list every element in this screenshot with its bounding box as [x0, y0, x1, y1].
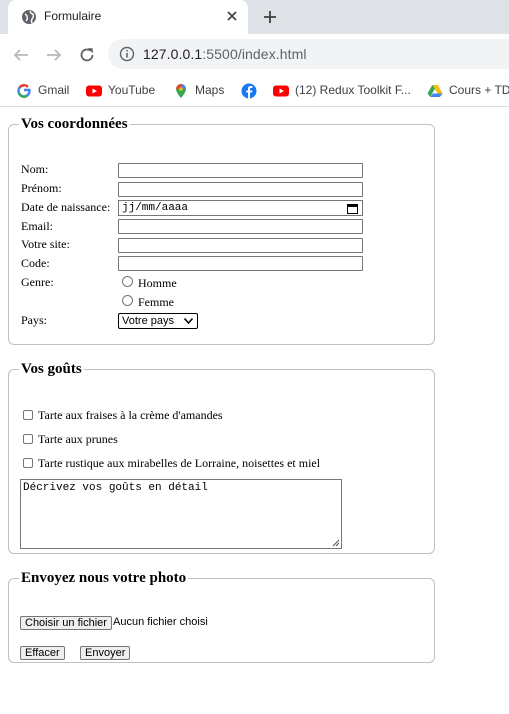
facebook-icon [241, 83, 257, 99]
gmail-icon [17, 84, 31, 98]
url-path: :5500/index.html [202, 46, 307, 62]
info-icon[interactable] [119, 46, 135, 62]
bookmark-label: Maps [195, 83, 225, 97]
nom-input[interactable] [118, 163, 363, 178]
submit-button[interactable]: Envoyer [80, 646, 131, 660]
genre-label: Genre: [21, 275, 54, 289]
forward-icon[interactable] [45, 46, 63, 64]
fraises-checkbox[interactable] [23, 410, 33, 420]
new-tab-icon[interactable] [262, 9, 278, 25]
coordonnees-legend: Vos coordonnées [21, 116, 128, 132]
reload-icon[interactable] [78, 46, 96, 64]
bookmark-facebook[interactable] [241, 82, 257, 100]
textarea-content: Décrivez vos goûts en détail [23, 482, 208, 494]
prunes-label: Tarte aux prunes [38, 432, 118, 446]
photo-fieldset: Envoyez nous votre photo Choisir un fich… [8, 570, 435, 663]
address-bar[interactable]: 127.0.0.1:5500/index.html [108, 39, 509, 69]
tab-bar: Formulaire [0, 0, 509, 34]
fraises-label: Tarte aux fraises à la crème d'amandes [38, 408, 223, 422]
gouts-legend: Vos goûts [21, 361, 82, 377]
bookmarks-bar: Gmail YouTube Maps (12) Redux Toolkit F.… [0, 74, 509, 107]
url-text: 127.0.0.1:5500/index.html [143, 46, 307, 62]
coordonnees-fieldset: Vos coordonnées Nom: Prénom: Date de nai… [8, 116, 435, 345]
prunes-checkbox[interactable] [23, 434, 33, 444]
bookmark-label: Gmail [38, 83, 70, 97]
pays-label: Pays: [21, 313, 48, 327]
youtube-icon [86, 85, 102, 97]
date-placeholder: jj/mm/aaaa [122, 202, 189, 214]
pays-selected-value: Votre pays [122, 315, 174, 327]
browser-tab[interactable]: Formulaire [8, 0, 248, 34]
page-content: Vos coordonnées Nom: Prénom: Date de nai… [0, 108, 509, 714]
globe-icon [22, 10, 36, 24]
browser-toolbar: 127.0.0.1:5500/index.html [0, 34, 509, 74]
pays-select[interactable]: Votre pays [118, 313, 198, 329]
no-file-text: Aucun fichier choisi [113, 616, 208, 628]
tab-title: Formulaire [44, 9, 102, 23]
calendar-icon[interactable] [347, 203, 358, 214]
chevron-down-icon [184, 318, 193, 324]
naissance-label: Date de naissance: [21, 200, 111, 214]
email-input[interactable] [118, 219, 363, 234]
site-input[interactable] [118, 238, 363, 253]
femme-radio[interactable] [122, 295, 133, 306]
reset-button[interactable]: Effacer [20, 646, 65, 660]
drive-icon [427, 85, 443, 97]
choose-file-button[interactable]: Choisir un fichier [20, 616, 112, 630]
femme-label: Femme [138, 295, 174, 309]
nom-label: Nom: [21, 162, 49, 176]
site-label: Votre site: [21, 237, 70, 251]
youtube-icon [273, 85, 289, 97]
bookmark-label: Cours + TD [449, 83, 509, 97]
gouts-textarea[interactable]: Décrivez vos goûts en détail [20, 479, 342, 549]
url-host: 127.0.0.1 [143, 46, 203, 62]
back-icon[interactable] [12, 46, 30, 64]
birthdate-input[interactable]: jj/mm/aaaa [118, 200, 363, 216]
mirabelles-checkbox[interactable] [23, 458, 33, 468]
bookmark-label: (12) Redux Toolkit F... [295, 83, 411, 97]
homme-radio[interactable] [122, 276, 133, 287]
gouts-fieldset: Vos goûts Tarte aux fraises à la crème d… [8, 361, 435, 554]
code-input[interactable] [118, 256, 363, 271]
mirabelles-label: Tarte rustique aux mirabelles de Lorrain… [38, 456, 321, 470]
photo-legend: Envoyez nous votre photo [21, 570, 187, 586]
resize-grip-icon[interactable] [332, 539, 340, 547]
email-label: Email: [21, 219, 53, 233]
close-icon[interactable] [224, 8, 240, 24]
bookmark-label: YouTube [108, 83, 156, 97]
prenom-input[interactable] [118, 182, 363, 197]
code-label: Code: [21, 256, 50, 270]
homme-label: Homme [138, 276, 177, 290]
maps-icon [176, 84, 186, 98]
prenom-label: Prénom: [21, 181, 62, 195]
